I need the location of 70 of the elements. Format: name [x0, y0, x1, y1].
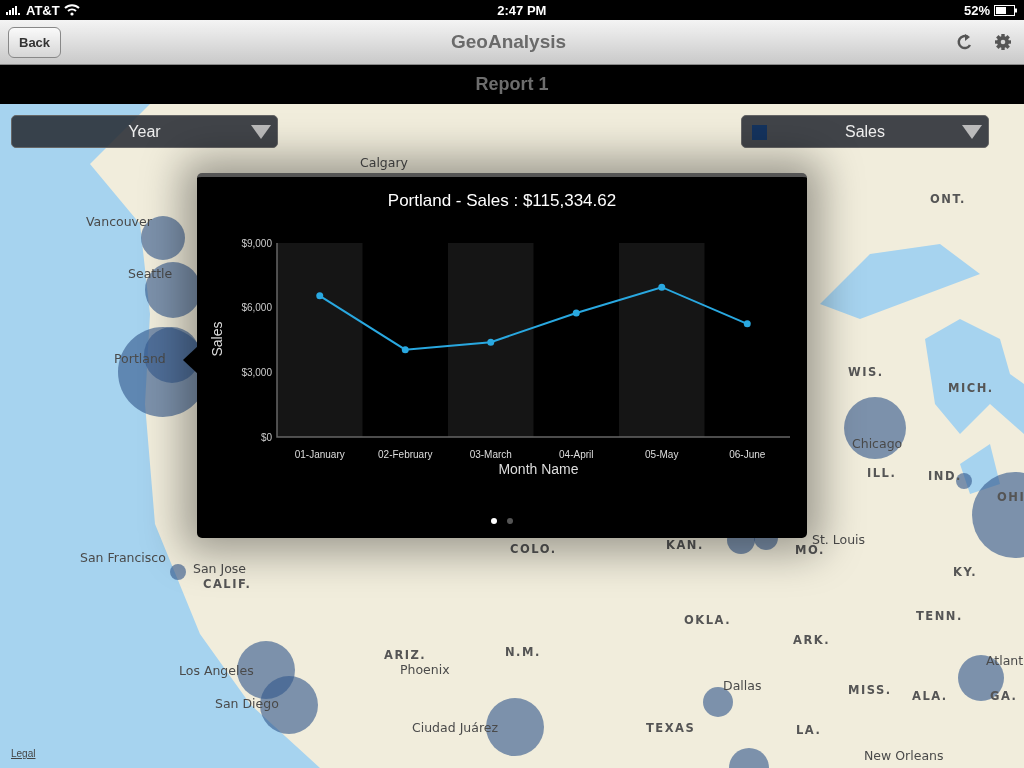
region-label: GA.	[990, 689, 1018, 703]
region-label: LA.	[796, 723, 822, 737]
dropdown-selector[interactable]: Year	[11, 115, 278, 148]
y-tick-label: $3,000	[241, 366, 272, 378]
region-label: WIS.	[848, 365, 884, 379]
data-point	[487, 338, 495, 346]
region-label: ONT.	[930, 192, 966, 206]
signal-icon	[6, 5, 22, 15]
data-point	[572, 309, 580, 317]
back-button[interactable]: Back	[8, 26, 62, 58]
y-axis-label: Sales	[209, 321, 225, 357]
region-label: TENN.	[916, 609, 963, 623]
region-label: ALA.	[912, 689, 948, 703]
app-title: GeoAnalysis	[450, 31, 568, 53]
region-label: OKLA.	[684, 613, 731, 627]
data-bubble	[170, 564, 186, 580]
dropdown-selector[interactable]: Sales	[741, 115, 989, 148]
region-label: KY.	[953, 565, 978, 579]
city-label: Phoenix	[400, 662, 450, 677]
data-point	[316, 292, 324, 300]
data-point	[743, 320, 751, 328]
region-label: MISS.	[848, 683, 892, 697]
city-label: Chicago	[852, 436, 903, 451]
y-tick-label: $0	[260, 431, 272, 443]
city-label: San Jose	[193, 561, 247, 576]
city-label: New Orleans	[864, 748, 944, 763]
y-tick-label: $9,000	[241, 237, 272, 249]
x-tick-label: 05-May	[645, 449, 679, 460]
region-label: TEXAS	[646, 721, 696, 735]
x-tick-label: 06-June	[729, 449, 766, 460]
region-label: MICH.	[948, 381, 994, 395]
y-tick-label: $6,000	[241, 302, 272, 314]
wifi-icon	[63, 4, 80, 16]
settings-icon[interactable]	[994, 33, 1012, 51]
region-label: KAN.	[666, 538, 704, 552]
x-axis-label: Month Name	[498, 461, 579, 477]
legal-link[interactable]: Legal	[11, 748, 36, 759]
report-title: Report 1	[475, 74, 549, 95]
region-label: ARIZ.	[384, 648, 427, 662]
refresh-icon[interactable]	[956, 33, 974, 51]
page-indicator-dot[interactable]	[507, 518, 513, 524]
caret-icon	[250, 124, 272, 140]
region-label: COLO.	[510, 542, 557, 556]
region-label: ILL.	[867, 466, 897, 480]
page-indicator-dot[interactable]	[491, 518, 497, 524]
city-label: Dallas	[723, 678, 762, 693]
data-bubble	[729, 748, 769, 768]
battery-percent: 52%	[963, 2, 990, 18]
x-tick-label: 02-February	[378, 449, 433, 460]
x-tick-label: 03-March	[469, 449, 512, 460]
city-label: San Francisco	[80, 550, 166, 565]
city-label: Los Angeles	[179, 663, 254, 678]
region-label: N.M.	[505, 645, 541, 659]
region-label: IND.	[928, 469, 962, 483]
x-tick-label: 04-April	[559, 449, 594, 460]
city-label: Vancouver	[86, 214, 152, 229]
legend-swatch-icon	[752, 125, 767, 140]
region-label: ARK.	[793, 633, 831, 647]
region-label: CALIF.	[203, 577, 252, 591]
clock-time: 2:47 PM	[497, 2, 547, 18]
city-label: Calgary	[360, 155, 408, 170]
battery-icon	[994, 4, 1018, 16]
caret-icon	[961, 124, 983, 140]
data-point	[401, 346, 409, 354]
popup-title: Portland - Sales : $115,334.62	[387, 191, 617, 212]
data-bubble	[844, 397, 906, 459]
x-tick-label: 01-January	[294, 449, 345, 460]
data-point	[658, 283, 666, 291]
carrier-name: AT&T	[26, 2, 60, 18]
region-label: OHI	[997, 490, 1024, 504]
